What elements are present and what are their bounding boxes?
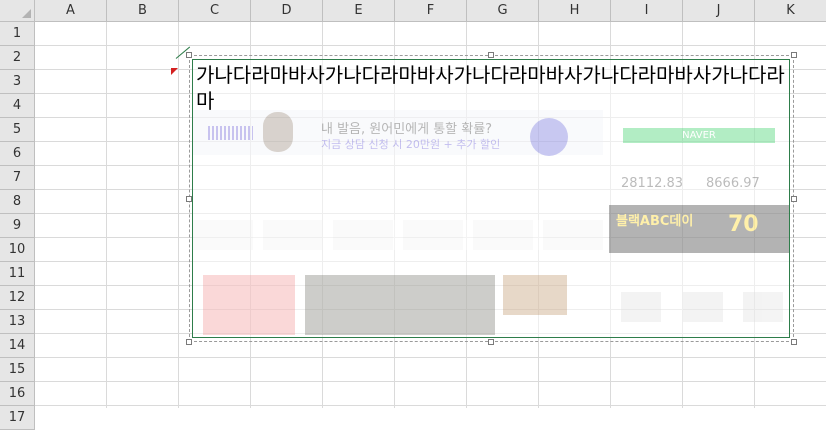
row-header-4[interactable]: 4 <box>0 94 35 118</box>
ghost-person-photo <box>263 112 293 152</box>
comment-text[interactable]: 가나다라마바사가나다라마바사가나다라마바사가나다라마바사가나다라마 <box>196 62 785 114</box>
ghost-waveform <box>208 126 253 140</box>
resize-handle-top-left[interactable] <box>186 52 192 58</box>
row-header-13[interactable]: 13 <box>0 310 35 334</box>
row-header-15[interactable]: 15 <box>0 358 35 382</box>
ghost-thumb-movie <box>305 275 495 335</box>
row-header-3[interactable]: 3 <box>0 70 35 94</box>
ghost-thumb-small-3 <box>743 292 783 322</box>
resize-handle-top[interactable] <box>488 52 494 58</box>
row-header-8[interactable]: 8 <box>0 190 35 214</box>
row-header-14[interactable]: 14 <box>0 334 35 358</box>
column-header-g[interactable]: G <box>467 0 539 22</box>
row-header-1[interactable]: 1 <box>0 22 35 46</box>
column-header-d[interactable]: D <box>251 0 323 22</box>
ghost-green-button: NAVER <box>623 128 775 143</box>
column-header-f[interactable]: F <box>395 0 467 22</box>
row-header-9[interactable]: 9 <box>0 214 35 238</box>
ghost-logo-row <box>193 220 603 250</box>
column-header-h[interactable]: H <box>539 0 611 22</box>
column-header-e[interactable]: E <box>323 0 395 22</box>
ghost-thumb-small-1 <box>621 292 661 322</box>
resize-handle-right[interactable] <box>791 196 797 202</box>
resize-handle-top-right[interactable] <box>791 52 797 58</box>
row-header-10[interactable]: 10 <box>0 238 35 262</box>
ghost-circle-badge <box>530 118 568 156</box>
row-header-12[interactable]: 12 <box>0 286 35 310</box>
row-header-17[interactable]: 17 <box>0 406 35 430</box>
ghost-headline: 내 발음, 원어민에게 통할 확률? <box>321 122 493 137</box>
resize-handle-bottom-left[interactable] <box>186 339 192 345</box>
column-header-i[interactable]: I <box>611 0 683 22</box>
ghost-ad-badge: 70 <box>728 212 759 237</box>
resize-handle-bottom[interactable] <box>488 339 494 345</box>
ghost-thumb-photo <box>503 275 567 315</box>
ghost-ad-text: 블랙ABC데이 <box>616 214 694 229</box>
column-header-j[interactable]: J <box>683 0 755 22</box>
row-header-2[interactable]: 2 <box>0 46 35 70</box>
select-all-corner[interactable] <box>0 0 35 22</box>
ghost-thumb-small-2 <box>683 292 723 322</box>
row-header-16[interactable]: 16 <box>0 382 35 406</box>
row-header-11[interactable]: 11 <box>0 262 35 286</box>
ghost-stock-left: 28112.83 <box>621 176 684 191</box>
comment-box[interactable]: 내 발음, 원어민에게 통할 확률? 지금 상담 신청 시 20만원 + 추가 … <box>192 59 790 338</box>
column-header-k[interactable]: K <box>755 0 826 22</box>
row-header-5[interactable]: 5 <box>0 118 35 142</box>
ghost-stock-right: 8666.97 <box>706 176 760 191</box>
row-header-6[interactable]: 6 <box>0 142 35 166</box>
column-header-b[interactable]: B <box>107 0 179 22</box>
column-header-a[interactable]: A <box>35 0 107 22</box>
ghost-subline: 지금 상담 신청 시 20만원 + 추가 할인 <box>321 138 501 151</box>
ghost-thumb-red <box>203 275 295 335</box>
select-all-triangle-icon <box>22 9 31 18</box>
resize-handle-bottom-right[interactable] <box>791 339 797 345</box>
row-header-7[interactable]: 7 <box>0 166 35 190</box>
column-header-c[interactable]: C <box>179 0 251 22</box>
comment-indicator-icon <box>171 68 178 75</box>
